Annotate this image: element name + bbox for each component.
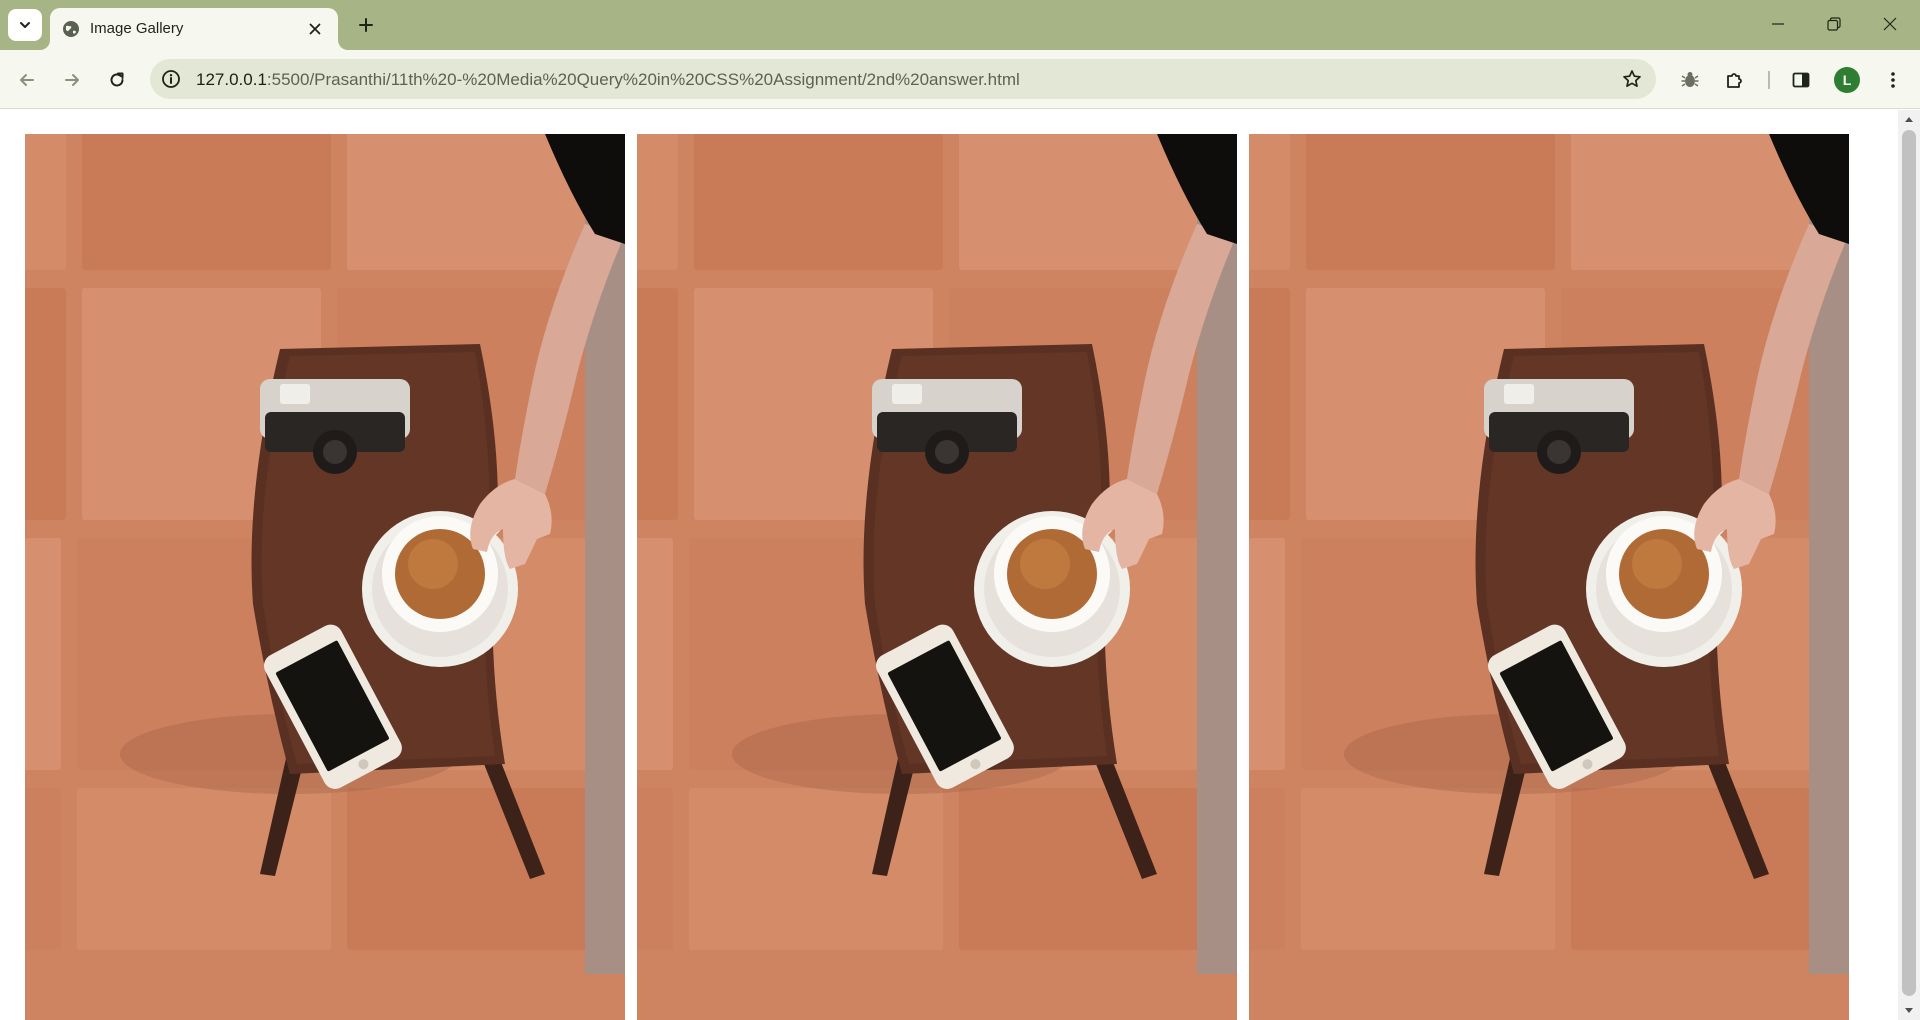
gallery-image-1 <box>25 134 625 1020</box>
photo-illustration <box>637 134 1237 1020</box>
tab-title: Image Gallery <box>90 20 184 37</box>
tab-search-button[interactable] <box>8 9 42 41</box>
profile-button[interactable]: L <box>1829 62 1865 98</box>
scroll-thumb[interactable] <box>1902 130 1916 996</box>
back-button[interactable] <box>9 62 45 98</box>
triangle-up-icon <box>1905 117 1913 122</box>
puzzle-icon <box>1727 73 1742 88</box>
site-info-button[interactable] <box>156 64 186 94</box>
arrow-right-icon <box>65 74 79 86</box>
scroll-down-button[interactable] <box>1898 1002 1920 1020</box>
info-icon <box>162 70 180 88</box>
forward-button[interactable] <box>54 62 90 98</box>
side-panel-button[interactable] <box>1783 62 1819 98</box>
restore-icon <box>1827 17 1841 31</box>
menu-button[interactable] <box>1875 62 1911 98</box>
more-vertical-icon <box>1891 72 1895 88</box>
close-icon <box>309 23 321 35</box>
minimize-icon <box>1772 23 1784 25</box>
extensions-button[interactable] <box>1717 62 1753 98</box>
active-tab[interactable]: Image Gallery <box>50 8 338 50</box>
gallery-image-2 <box>637 134 1237 1020</box>
globe-icon <box>63 21 79 37</box>
close-icon <box>1883 17 1897 31</box>
new-tab-button[interactable] <box>350 9 382 41</box>
url-host: 127.0.0.1 <box>196 70 267 89</box>
plus-icon <box>359 18 373 32</box>
gallery-image-3 <box>1249 134 1849 1020</box>
side-panel-icon <box>1792 72 1810 88</box>
url-path: :5500/Prasanthi/11th%20-%20Media%20Query… <box>266 70 1020 89</box>
restore-button[interactable] <box>1806 0 1862 48</box>
reload-button[interactable] <box>99 62 135 98</box>
tab-close-button[interactable] <box>304 18 326 40</box>
avatar: L <box>1834 67 1860 93</box>
page-viewport <box>0 110 1920 1020</box>
reload-icon <box>110 72 124 87</box>
image-gallery <box>0 110 1898 1020</box>
scroll-up-button[interactable] <box>1898 110 1920 128</box>
extension-button[interactable] <box>1672 62 1708 98</box>
minimize-button[interactable] <box>1750 0 1806 48</box>
chevron-down-icon <box>20 22 30 28</box>
browser-toolbar: 127.0.0.1:5500/Prasanthi/11th%20-%20Medi… <box>0 50 1920 109</box>
arrow-left-icon <box>20 74 34 86</box>
vertical-scrollbar[interactable] <box>1898 110 1920 1020</box>
star-icon <box>1623 70 1641 88</box>
bug-icon <box>1681 72 1699 87</box>
tab-strip: Image Gallery <box>0 0 1920 50</box>
toolbar-separator <box>1768 71 1770 89</box>
triangle-down-icon <box>1905 1008 1913 1013</box>
close-window-button[interactable] <box>1862 0 1918 48</box>
bookmark-button[interactable] <box>1616 63 1648 95</box>
photo-illustration <box>1249 134 1849 1020</box>
url-text[interactable]: 127.0.0.1:5500/Prasanthi/11th%20-%20Medi… <box>196 70 1020 90</box>
photo-illustration <box>25 134 625 1020</box>
address-bar[interactable]: 127.0.0.1:5500/Prasanthi/11th%20-%20Medi… <box>150 59 1656 99</box>
